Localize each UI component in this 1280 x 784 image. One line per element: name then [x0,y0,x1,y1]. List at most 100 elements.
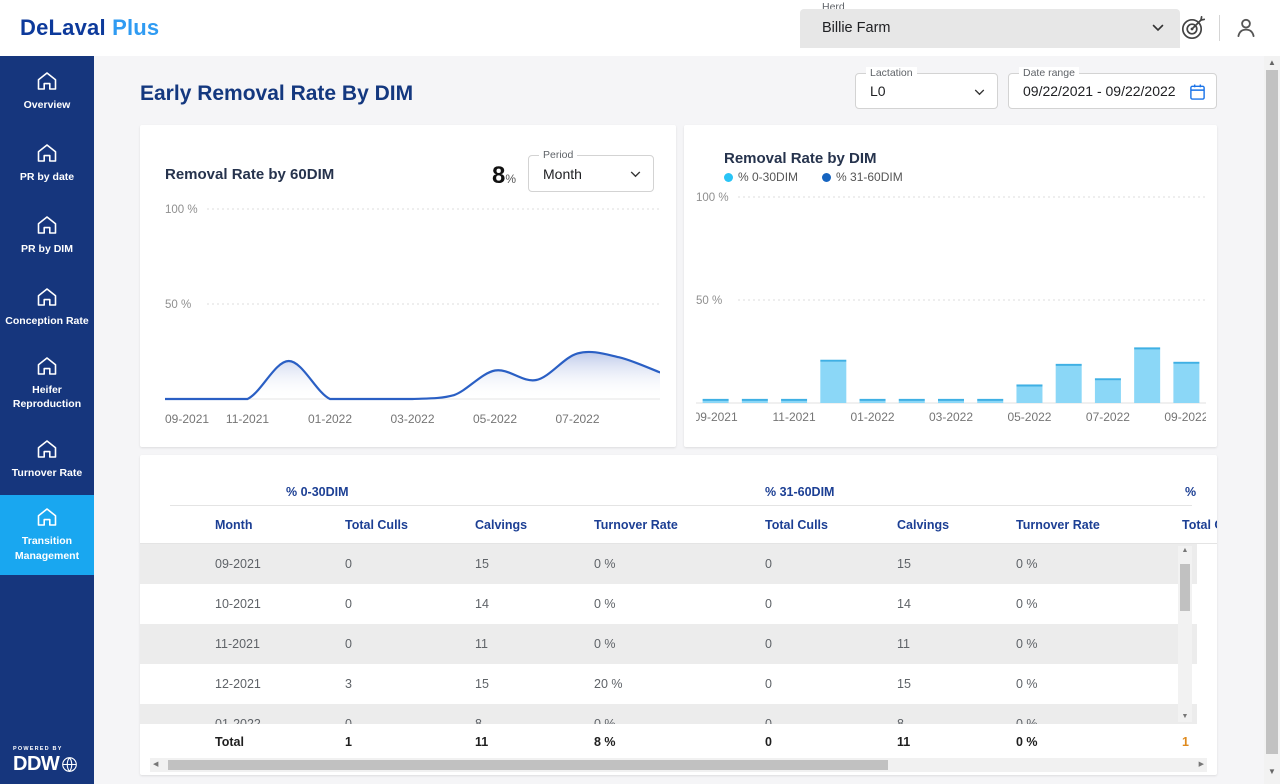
period-label: Period [539,149,577,161]
x-axis-tick: 07-2022 [555,412,599,426]
bar-0-30dim [703,401,729,403]
bar-0-30dim [977,401,1003,403]
bar-31-60dim [742,399,768,401]
page-scroll-down-arrow[interactable]: ▼ [1264,767,1280,776]
table-row: 09-20210150 %0150 % [140,544,1197,584]
table-column-header: Total Culls [345,518,475,532]
table-cell: 15 [475,557,594,571]
bar-31-60dim [1016,384,1042,386]
table-total-cell: 8 % [594,735,765,749]
table-cell: 14 [897,597,1016,611]
date-range-value: 09/22/2021 - 09/22/2022 [1023,83,1176,99]
sidebar-item-transition-management[interactable]: Transition Management [0,495,94,574]
x-axis-tick: 11-2021 [772,410,815,424]
table-cell: 0 [345,597,475,611]
logo-primary: DeLaval [20,15,106,40]
ddw-logo: POWERED BY DDW [13,746,78,776]
lactation-value: L0 [870,83,886,99]
sidebar-item-turnover-rate[interactable]: Turnover Rate [0,423,94,495]
x-axis-tick: 03-2022 [929,410,973,424]
line-chart-svg: 100 %50 %09-202111-202101-202203-202205-… [165,195,660,435]
y-axis-tick: 50 % [696,295,722,307]
legend-dot-icon [822,173,831,182]
icon-divider [1219,15,1220,41]
table-cell: 0 % [1016,637,1182,651]
table-cell: 0 % [1016,717,1182,724]
table-cell: 15 [475,677,594,691]
scroll-left-arrow[interactable]: ◀ [153,758,158,772]
table-column-header: Total Culls [765,518,897,532]
globe-icon [61,756,78,773]
sidebar-item-label: Conception Rate [5,314,88,328]
page-scrollbar[interactable]: ▲ ▼ [1264,56,1280,784]
sidebar-item-label: PR by DIM [21,242,73,256]
app-logo: DeLaval Plus [20,15,159,41]
bar-0-30dim [938,401,964,403]
bar-chart-title: Removal Rate by DIM [724,150,877,167]
table-cell: 0 [345,557,475,571]
user-profile-icon[interactable] [1230,12,1262,44]
sidebar-item-heifer-reproduction[interactable]: Heifer Reproduction [0,344,94,423]
calendar-icon[interactable] [1189,83,1206,101]
page-title: Early Removal Rate By DIM [140,82,413,106]
period-value: Month [543,166,582,182]
bar-0-30dim [742,401,768,403]
table-cell: 0 % [1016,597,1182,611]
sidebar-item-label: Transition Management [4,534,90,562]
table-total-row: Total1118 %0110 %1 [140,724,1217,759]
bar-31-60dim [820,360,846,362]
topbar-icons [1177,12,1262,44]
table-group-header: % [1185,485,1196,499]
table-cell: 14 [475,597,594,611]
bar-0-30dim [1134,349,1160,403]
sidebar-item-conception-rate[interactable]: Conception Rate [0,272,94,344]
table-cell: 11 [475,637,594,651]
table-cell: 0 [765,557,897,571]
x-axis-tick: 07-2022 [1086,410,1130,424]
chevron-down-icon [974,89,985,96]
home-icon [36,143,58,163]
bar-0-30dim [860,401,886,403]
herd-select[interactable]: Billie Farm [800,9,1180,48]
lactation-select[interactable]: Lactation L0 [855,73,998,109]
table-cell: 10-2021 [215,597,345,611]
date-range-input[interactable]: Date range 09/22/2021 - 09/22/2022 [1008,73,1217,109]
chevron-down-icon [630,171,641,178]
table-cell: 15 [897,677,1016,691]
sidebar-item-pr-by-dim[interactable]: PR by DIM [0,200,94,272]
period-select[interactable]: Period Month [528,155,654,192]
sidebar-item-overview[interactable]: Overview [0,56,94,128]
table-cell: 0 % [594,717,765,724]
scroll-down-arrow[interactable]: ▼ [1178,712,1192,722]
target-goal-icon[interactable] [1177,12,1209,44]
table-column-header: Turnover Rate [1016,518,1182,532]
bar-0-30dim [1173,364,1199,403]
table-body: 09-20210150 %0150 %10-20210140 %0140 %11… [140,544,1197,724]
kpi-unit: % [505,172,516,186]
scroll-right-arrow[interactable]: ▶ [1199,758,1204,772]
horizontal-scroll-thumb[interactable] [168,760,888,770]
sidebar-item-label: PR by date [20,170,74,184]
table-horizontal-scrollbar[interactable]: ◀ ▶ [150,758,1207,772]
bar-0-30dim [1056,366,1082,403]
table-row: 01-2022080 %080 % [140,704,1197,724]
kpi-value: 8 [492,162,505,189]
table-cell: 20 % [594,677,765,691]
x-axis-tick: 09-2021 [165,412,209,426]
home-icon [36,287,58,307]
page-scroll-thumb[interactable] [1266,70,1278,754]
scroll-up-arrow[interactable]: ▲ [1178,546,1192,556]
sidebar-item-pr-by-date[interactable]: PR by date [0,128,94,200]
table-cell: 3 [345,677,475,691]
x-axis-tick: 09-2022 [1164,410,1206,424]
table-cell: 0 % [594,597,765,611]
page-scroll-up-arrow[interactable]: ▲ [1264,58,1280,67]
bar-0-30dim [820,362,846,403]
table-header-row: MonthTotal CullsCalvingsTurnover RateTot… [140,506,1217,543]
y-axis-tick: 100 % [165,204,198,216]
legend-item: % 0-30DIM [724,170,798,184]
table-vertical-scrollbar[interactable]: ▲ ▼ [1178,546,1192,722]
table-cell: 0 [345,637,475,651]
vertical-scroll-thumb[interactable] [1180,564,1190,611]
table-column-header: Calvings [897,518,1016,532]
